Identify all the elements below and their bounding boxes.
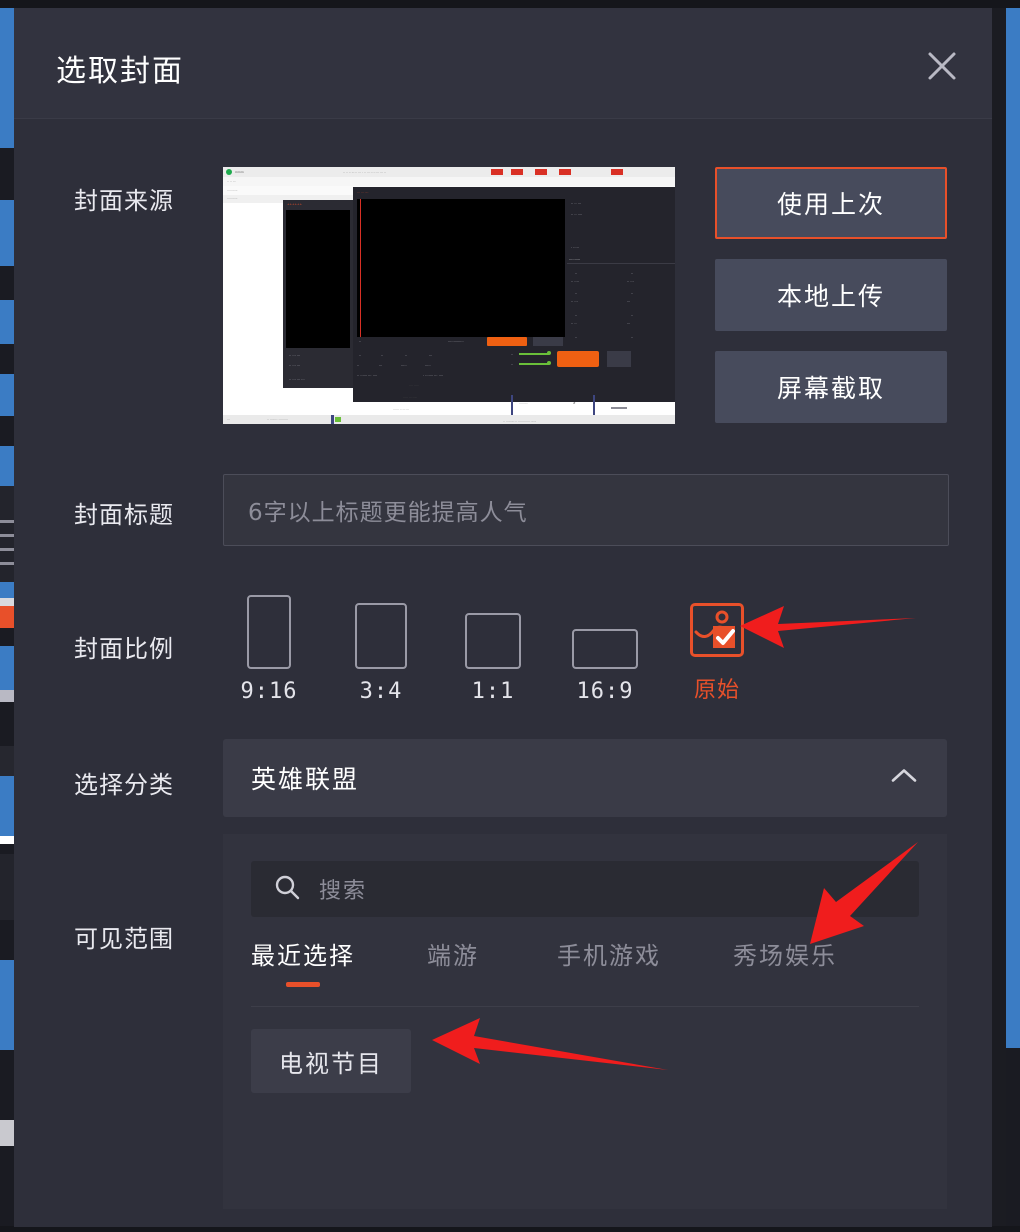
ratio-caption: 3:4: [359, 679, 403, 704]
tab-show-entertainment[interactable]: 秀场娱乐: [733, 936, 837, 971]
tab-pc-games[interactable]: 端游: [427, 936, 479, 971]
tab-mobile-games[interactable]: 手机游戏: [557, 936, 661, 971]
chevron-up-icon: [889, 766, 919, 791]
search-icon: [273, 873, 301, 906]
category-tabs: 最近选择 端游 手机游戏 秀场娱乐: [251, 936, 919, 994]
page-title: 选取封面: [56, 54, 184, 89]
ratio-option-9-16[interactable]: 9:16: [223, 589, 315, 704]
tab-divider: [251, 1006, 919, 1007]
ratio-option-3-4[interactable]: 3:4: [335, 589, 427, 704]
category-select[interactable]: 英雄联盟: [223, 739, 947, 817]
cover-title-placeholder: 6字以上标题更能提高人气: [248, 500, 528, 526]
ratio-option-16-9[interactable]: 16:9: [559, 589, 651, 704]
ratio-caption: 1:1: [471, 679, 515, 704]
cover-ratio-options: 9:16 3:4 1:1 16:9 原始: [223, 589, 783, 704]
dialog-body: 封面来源 mmm .. .. ... ........... .........…: [14, 119, 992, 1227]
search-placeholder: 搜索: [319, 879, 368, 904]
tab-recent[interactable]: 最近选择: [251, 936, 355, 971]
list-item[interactable]: 电视节目: [251, 1029, 411, 1093]
ratio-option-original[interactable]: 原始: [671, 589, 763, 704]
background-left-strip: [0, 0, 14, 1232]
cover-thumbnail-preview[interactable]: mmm .. .. ... ........... ........... ..…: [223, 167, 675, 424]
ratio-caption: 16:9: [576, 679, 634, 704]
search-input[interactable]: 搜索: [251, 861, 919, 917]
ratio-caption: 9:16: [240, 679, 298, 704]
category-result-list: 电视节目: [251, 1029, 919, 1149]
cover-ratio-label: 封面比例: [74, 635, 174, 663]
screen-capture-button[interactable]: 屏幕截取: [715, 351, 947, 423]
close-icon[interactable]: [922, 46, 962, 86]
local-upload-button[interactable]: 本地上传: [715, 259, 947, 331]
select-category-label: 选择分类: [74, 771, 174, 799]
visibility-range-label: 可见范围: [74, 925, 174, 953]
dialog-titlebar: 选取封面: [14, 8, 992, 119]
cover-title-input[interactable]: 6字以上标题更能提高人气: [223, 474, 949, 546]
category-selected-value: 英雄联盟: [251, 765, 360, 794]
category-dropdown-panel: 搜索 最近选择 端游 手机游戏 秀场娱乐 电视节目: [223, 834, 947, 1209]
background-right-strip: [1006, 0, 1020, 1232]
cover-source-label: 封面来源: [74, 187, 174, 215]
use-last-button[interactable]: 使用上次: [715, 167, 947, 239]
cover-title-label: 封面标题: [74, 501, 174, 529]
select-cover-dialog: 选取封面 封面来源 mmm .. .. ... ........... ....…: [14, 8, 992, 1227]
ratio-caption: 原始: [693, 678, 741, 703]
image-check-icon: [690, 603, 744, 657]
background-top-strip: [0, 0, 1020, 8]
ratio-option-1-1[interactable]: 1:1: [447, 589, 539, 704]
